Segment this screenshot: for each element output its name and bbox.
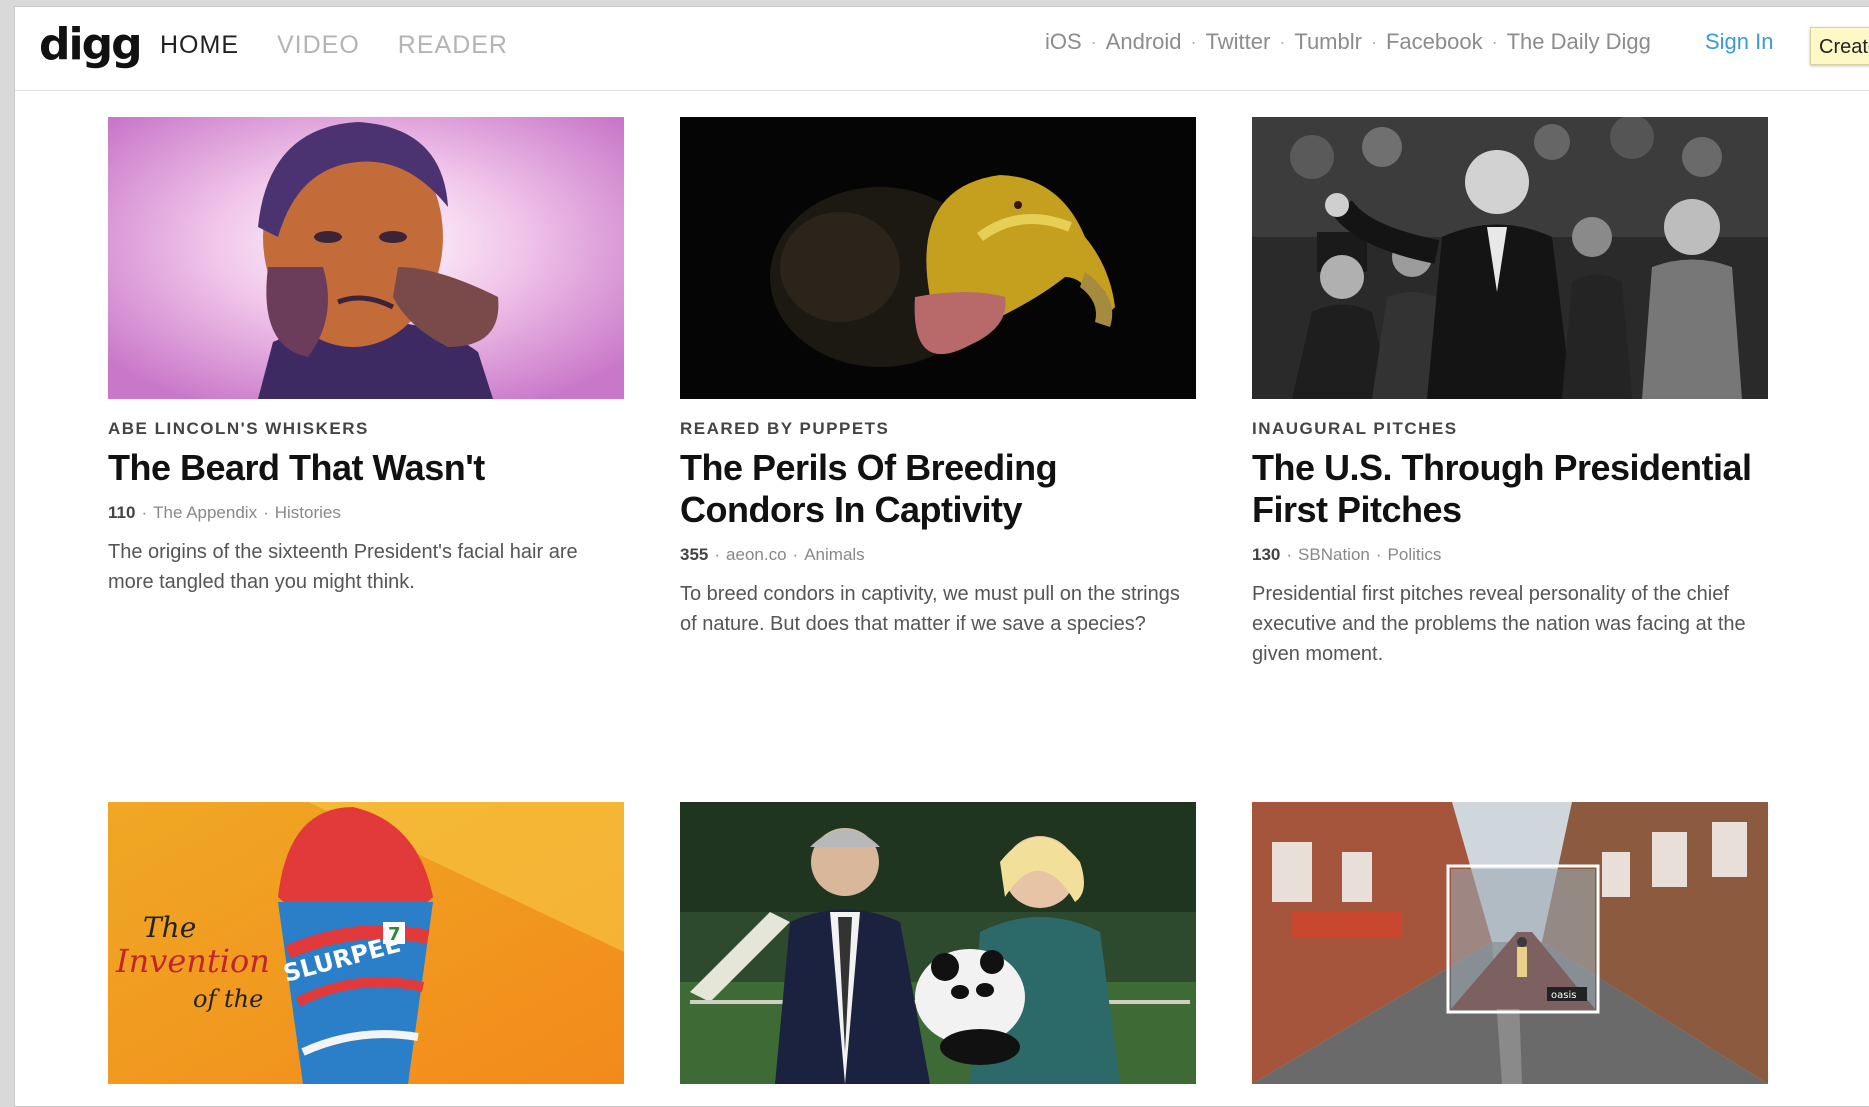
link-tumblr[interactable]: Tumblr [1294,29,1362,55]
condor-photo [680,117,1196,399]
story-meta: 110 · The Appendix · Histories [108,503,624,523]
story-kicker: INAUGURAL PITCHES [1252,419,1458,438]
seven-eleven-badge: 7 [388,924,401,945]
story-category[interactable]: Histories [275,503,341,522]
story-title[interactable]: The U.S. Through Presidential First Pitc… [1252,447,1768,531]
separator: · [714,545,721,564]
story-description: To breed condors in captivity, we must p… [680,583,1180,635]
story-image[interactable] [1252,117,1768,399]
panda-photo [680,802,1196,1084]
story-image[interactable] [680,117,1196,399]
separator: · [1375,545,1382,564]
separator: · [1279,31,1286,52]
portrait-illustration [108,117,624,399]
story-meta: 355 · aeon.co · Animals [680,545,1196,565]
album-label: oasis [1551,990,1576,1001]
story-image[interactable]: SLURPEE 7 The Invention of the [108,802,624,1084]
story-source[interactable]: aeon.co [726,545,787,564]
story-meta: 130 · SBNation · Politics [1252,545,1768,565]
street-view-photo: oasis [1252,802,1768,1084]
separator: · [792,545,799,564]
separator: · [1286,545,1293,564]
nav-reader[interactable]: READER [398,31,508,60]
link-daily-digg[interactable]: The Daily Digg [1507,29,1651,55]
digg-count: 355 [680,545,709,564]
story-card [680,802,1196,1098]
story-kicker: ABE LINCOLN'S WHISKERS [108,419,369,438]
separator: · [141,503,148,522]
slurpee-illustration: SLURPEE 7 The Invention of the [108,802,624,1084]
link-ios[interactable]: iOS [1045,29,1082,55]
story-description: Presidential first pitches reveal person… [1252,583,1746,665]
story-card: SLURPEE 7 The Invention of the [108,802,624,1098]
story-image[interactable] [108,117,624,399]
story-image[interactable] [680,802,1196,1084]
separator: · [263,503,269,522]
page: digg HOME VIDEO READER iOS · Android · T… [14,6,1869,1107]
separator: · [1491,31,1498,52]
separator: · [1190,31,1197,52]
story-source[interactable]: SBNation [1298,545,1370,564]
historic-photo [1252,117,1768,399]
story-title[interactable]: The Beard That Wasn't [108,447,624,489]
story-category[interactable]: Politics [1388,545,1442,564]
story-category[interactable]: Animals [804,545,864,564]
story-image[interactable]: oasis [1252,802,1768,1084]
link-android[interactable]: Android [1106,29,1182,55]
external-links: iOS · Android · Twitter · Tumblr · Faceb… [1045,29,1651,55]
nav-video[interactable]: VIDEO [277,31,360,60]
story-card: ABE LINCOLN'S WHISKERS The Beard That Wa… [108,117,624,597]
digg-count: 130 [1252,545,1281,564]
slurpee-text-line3: of the [193,985,263,1013]
story-title[interactable]: The Perils Of Breeding Condors In Captiv… [680,447,1196,531]
digg-logo[interactable]: digg [39,19,143,70]
story-card: REARED BY PUPPETS The Perils Of Breeding… [680,117,1196,639]
story-card: oasis [1252,802,1768,1098]
slurpee-text-line2: Invention [115,942,270,980]
main-nav: HOME VIDEO READER [160,31,508,60]
story-description: The origins of the sixteenth President's… [108,541,578,593]
link-twitter[interactable]: Twitter [1206,29,1271,55]
top-bar: digg HOME VIDEO READER iOS · Android · T… [15,7,1869,91]
slurpee-text-line1: The [143,911,196,944]
digg-count: 110 [108,503,136,522]
story-card: INAUGURAL PITCHES The U.S. Through Presi… [1252,117,1768,669]
nav-home[interactable]: HOME [160,31,239,60]
separator: · [1370,31,1377,52]
link-facebook[interactable]: Facebook [1386,29,1483,55]
separator: · [1090,31,1097,52]
story-kicker: REARED BY PUPPETS [680,419,890,438]
sign-in-link[interactable]: Sign In [1705,29,1774,55]
story-source[interactable]: The Appendix [153,503,257,522]
create-button[interactable]: Create [1810,27,1869,65]
